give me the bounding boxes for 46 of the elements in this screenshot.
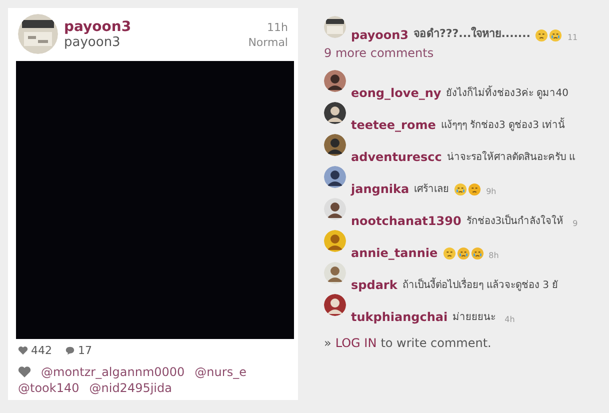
post-time: 11h	[267, 20, 288, 34]
comment-time: 9	[572, 219, 578, 228]
comment-time: 4h	[504, 315, 515, 324]
comment-text: ถ้าเป็นงี้ต่อไปเรื่อยๆ แล้วจะดูช่อง 3 ยั	[402, 277, 558, 292]
comment-text: น่าจะรอให้ศาลตัดสินอะครับ แ	[446, 150, 576, 164]
comment-username[interactable]: annie_tannie	[351, 246, 438, 260]
comment-username[interactable]: eong_love_ny	[351, 86, 442, 100]
comment-username[interactable]: teetee_rome	[351, 118, 436, 132]
face-emoji-icon	[535, 29, 548, 42]
comment-time: 11	[567, 33, 578, 42]
comment-time: 8h	[488, 251, 499, 260]
login-prompt-arrow: »	[324, 336, 332, 350]
comment-username[interactable]: jangnika	[351, 182, 410, 196]
username-link[interactable]: payoon3	[64, 18, 132, 34]
face-emoji-icon	[549, 29, 562, 42]
comment-username[interactable]: spdark	[351, 278, 398, 292]
comment-time: 9h	[486, 187, 496, 196]
comment-icon	[65, 346, 75, 355]
post-subtitle: payoon3	[64, 34, 120, 50]
liker-link[interactable]: @nurs_e	[194, 365, 246, 379]
comment-text: รักช่อง3เป็นกำลังใจให้	[466, 213, 564, 228]
like-count: 442	[31, 344, 52, 357]
filter-label: Normal	[248, 36, 288, 48]
comment-text: ม่ายยยนะ	[452, 311, 496, 324]
heart-icon	[18, 366, 31, 378]
liker-link[interactable]: @took140	[18, 381, 80, 395]
face-emoji-icon	[442, 247, 456, 260]
heart-icon	[18, 346, 28, 355]
liker-link[interactable]: @nid2495jida	[89, 381, 172, 395]
more-comments-link[interactable]: 9 more comments	[324, 46, 608, 60]
comment-text: จอดำ???...ใจหาย.......	[414, 26, 530, 42]
comment-text: เศร้าเลย	[414, 182, 450, 196]
comment-username[interactable]: payoon3	[351, 28, 409, 42]
face-emoji-icon	[468, 183, 482, 196]
login-prompt-text: to write comment.	[380, 336, 492, 350]
face-emoji-icon	[454, 183, 468, 196]
comment-count: 17	[78, 344, 92, 357]
comment-username[interactable]: adventurescc	[351, 150, 442, 164]
comment-username[interactable]: tukphiangchai	[351, 310, 448, 324]
comment-username[interactable]: nootchanat1390	[351, 214, 462, 228]
comment-text: แง้ๆๆๆ รักช่อง3 ดูช่อง3 เท่านั้	[440, 117, 566, 132]
face-emoji-icon	[456, 247, 470, 260]
comment-text: ยังไงก็ไม่ทิ้งช่อง3ค่ะ ดูมา40	[446, 85, 568, 100]
liker-link[interactable]: @montzr_algannm0000	[41, 365, 185, 379]
face-emoji-icon	[470, 247, 484, 260]
login-link[interactable]: LOG IN	[335, 336, 377, 350]
